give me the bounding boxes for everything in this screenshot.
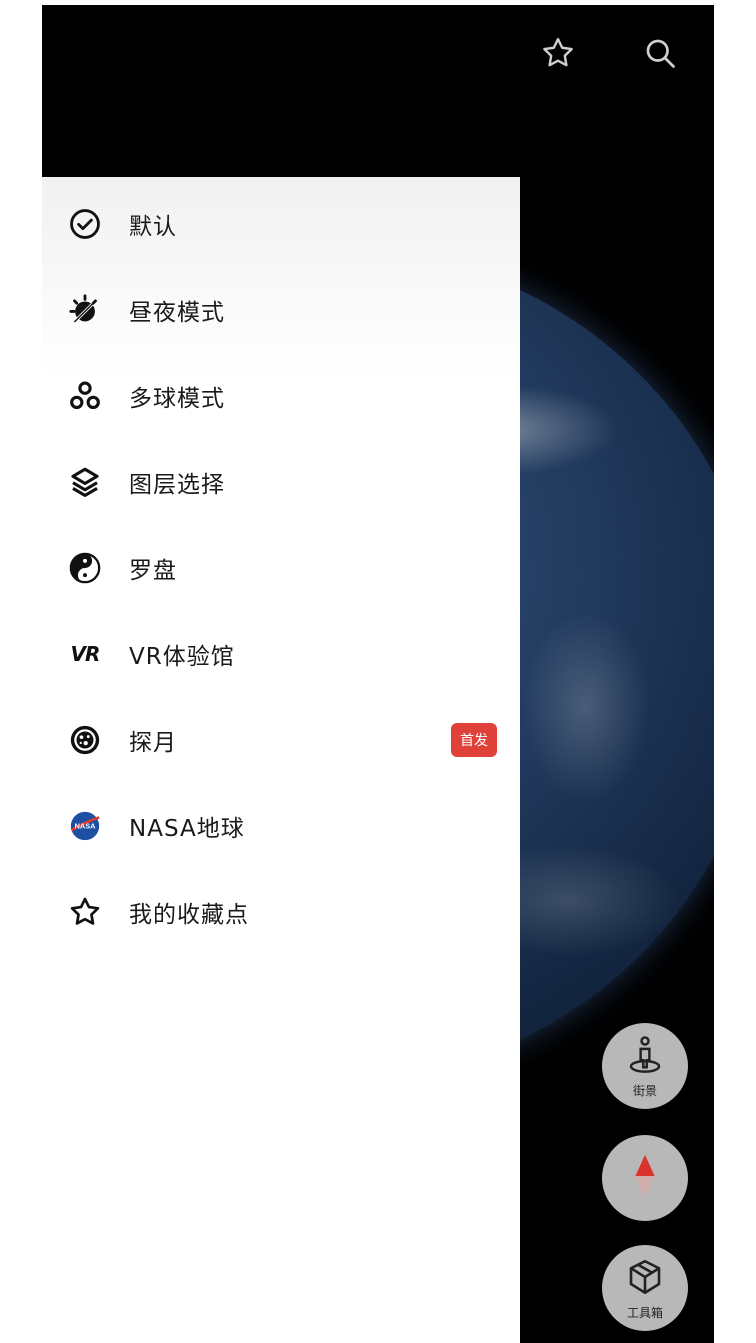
menu-item-layers[interactable]: 图层选择: [42, 452, 520, 512]
yin-yang-compass-icon: [66, 549, 104, 587]
nasa-logo-icon: NASA: [66, 807, 104, 845]
multi-globe-icon: [66, 377, 104, 415]
menu-item-label: 图层选择: [129, 472, 225, 498]
menu-item-label: 默认: [129, 214, 177, 240]
menu-item-multi-globe[interactable]: 多球模式: [42, 366, 520, 426]
new-badge: 首发: [451, 723, 497, 757]
menu-item-compass[interactable]: 罗盘: [42, 538, 520, 598]
menu-item-label: 多球模式: [129, 386, 225, 412]
star-outline-icon: [66, 893, 104, 931]
cube-box-icon: [624, 1256, 666, 1302]
menu-item-favorites[interactable]: 我的收藏点: [42, 882, 520, 942]
layers-icon: [66, 463, 104, 501]
menu-item-label: 罗盘: [129, 558, 177, 584]
app-screen: 默认 昼夜模式 多球模式 图层选择 罗盘 VR VR体验馆 探月 首发 NASA…: [42, 5, 714, 1343]
menu-item-vr[interactable]: VR VR体验馆: [42, 624, 520, 684]
moon-icon: [66, 721, 104, 759]
menu-item-label: 昼夜模式: [129, 300, 225, 326]
menu-item-label: 探月: [129, 730, 177, 756]
day-night-icon: [66, 291, 104, 329]
svg-text:NASA: NASA: [75, 821, 97, 830]
street-view-label: 街景: [632, 1083, 657, 1098]
toolbox-label: 工具箱: [626, 1305, 663, 1320]
search-icon[interactable]: [640, 33, 680, 73]
menu-item-default[interactable]: 默认: [42, 194, 520, 254]
favorite-star-icon[interactable]: [538, 33, 578, 73]
menu-item-moon[interactable]: 探月 首发: [42, 710, 520, 770]
menu-item-label: 我的收藏点: [129, 902, 249, 928]
toolbox-button[interactable]: 工具箱: [602, 1245, 688, 1331]
menu-item-nasa[interactable]: NASA NASA地球: [42, 796, 520, 856]
menu-item-label: NASA地球: [129, 816, 245, 842]
compass-button[interactable]: [602, 1135, 688, 1221]
side-drawer: 默认 昼夜模式 多球模式 图层选择 罗盘 VR VR体验馆 探月 首发 NASA…: [42, 177, 520, 1343]
compass-needle-icon: [625, 1151, 665, 1205]
vr-icon: VR: [70, 642, 101, 666]
menu-item-label: VR体验馆: [129, 644, 235, 670]
check-circle-icon: [66, 205, 104, 243]
menu-item-day-night[interactable]: 昼夜模式: [42, 280, 520, 340]
street-view-button[interactable]: 街景: [602, 1023, 688, 1109]
street-view-icon: [624, 1034, 666, 1080]
